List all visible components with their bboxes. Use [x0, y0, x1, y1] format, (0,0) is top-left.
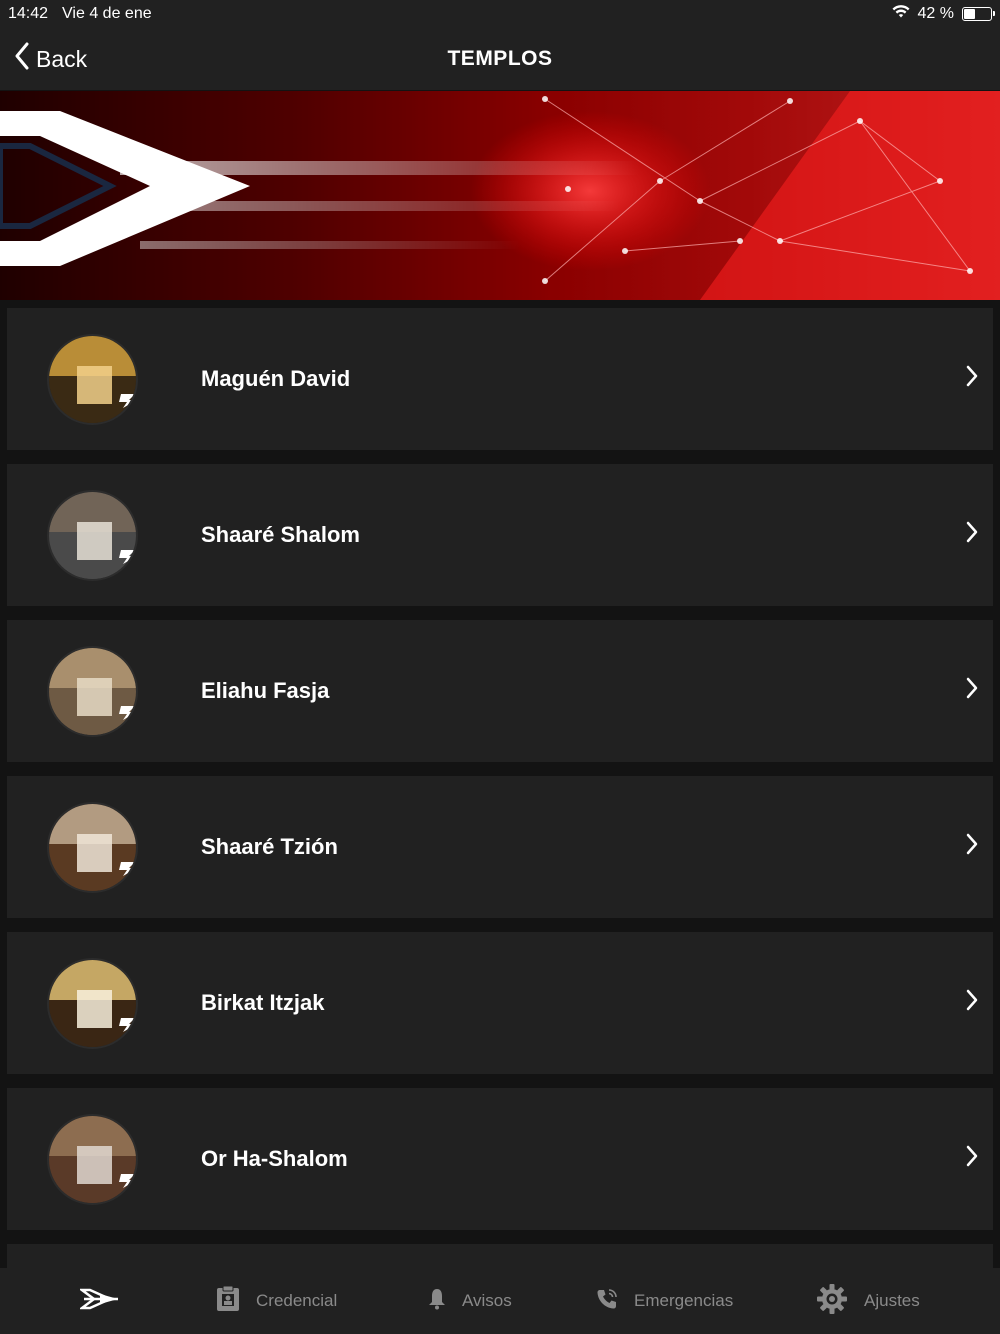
wifi-icon — [892, 4, 910, 24]
battery-percent: 42 % — [917, 5, 954, 22]
temple-photo — [47, 802, 138, 893]
tab-bar: Credencial Avisos Emergencias Ajustes — [0, 1268, 1000, 1334]
tab-ajustes[interactable]: Ajustes — [816, 1268, 920, 1334]
header-banner — [0, 91, 1000, 300]
temple-photo — [47, 646, 138, 737]
status-date: Vie 4 de ene — [62, 5, 152, 22]
tab-home[interactable] — [78, 1268, 120, 1334]
status-bar: 14:42 Vie 4 de ene 42 % — [0, 0, 1000, 28]
chevron-left-icon — [14, 42, 30, 76]
temple-row[interactable]: Eliahu Fasja — [7, 620, 993, 762]
chevron-right-icon — [965, 988, 979, 1017]
bell-icon — [428, 1288, 446, 1315]
tab-ajustes-label: Ajustes — [864, 1291, 920, 1310]
temple-name: Shaaré Shalom — [201, 522, 360, 547]
temple-row[interactable]: Shaaré Tzión — [7, 776, 993, 918]
tab-credencial[interactable]: Credencial — [216, 1268, 337, 1334]
chevron-right-icon — [965, 364, 979, 393]
chevron-right-icon — [965, 832, 979, 861]
temple-name: Or Ha-Shalom — [201, 1146, 348, 1171]
tab-emergencias-label: Emergencias — [634, 1291, 734, 1310]
tab-avisos-label: Avisos — [462, 1291, 512, 1310]
temple-row[interactable]: Maguén David — [7, 308, 993, 450]
page-title: TEMPLOS — [447, 47, 553, 70]
temple-photo — [47, 334, 138, 425]
phone-icon — [596, 1288, 618, 1315]
temple-photo — [47, 958, 138, 1049]
back-button[interactable]: Back — [14, 42, 87, 76]
battery-level — [964, 9, 975, 19]
temple-name: Maguén David — [201, 366, 351, 391]
tab-avisos[interactable]: Avisos — [428, 1268, 512, 1334]
temple-name: Eliahu Fasja — [201, 678, 330, 703]
temple-list: Maguén David Shaaré Shalom Eliahu Fasja Sha… — [0, 300, 1000, 1268]
battery-icon — [962, 7, 995, 21]
chevron-right-icon — [965, 676, 979, 705]
navigation-bar: Back TEMPLOS — [0, 28, 1000, 90]
temple-row[interactable]: Birkat Itzjak — [7, 932, 993, 1074]
temple-row-partial[interactable] — [7, 1244, 993, 1268]
id-card-icon — [216, 1285, 240, 1317]
temple-row[interactable]: Shaaré Shalom — [7, 464, 993, 606]
gear-icon — [816, 1283, 848, 1320]
temple-row[interactable]: Or Ha-Shalom — [7, 1088, 993, 1230]
temple-photo — [47, 490, 138, 581]
temple-name: Shaaré Tzión — [201, 834, 338, 859]
status-time: 14:42 — [8, 5, 49, 22]
temple-photo — [47, 1114, 138, 1205]
back-label: Back — [36, 45, 88, 72]
chevron-right-icon — [965, 1144, 979, 1173]
tab-credencial-label: Credencial — [256, 1291, 338, 1310]
home-logo-icon — [78, 1286, 120, 1317]
tab-emergencias[interactable]: Emergencias — [596, 1268, 733, 1334]
chevron-right-icon — [965, 520, 979, 549]
temple-name: Birkat Itzjak — [201, 990, 325, 1015]
